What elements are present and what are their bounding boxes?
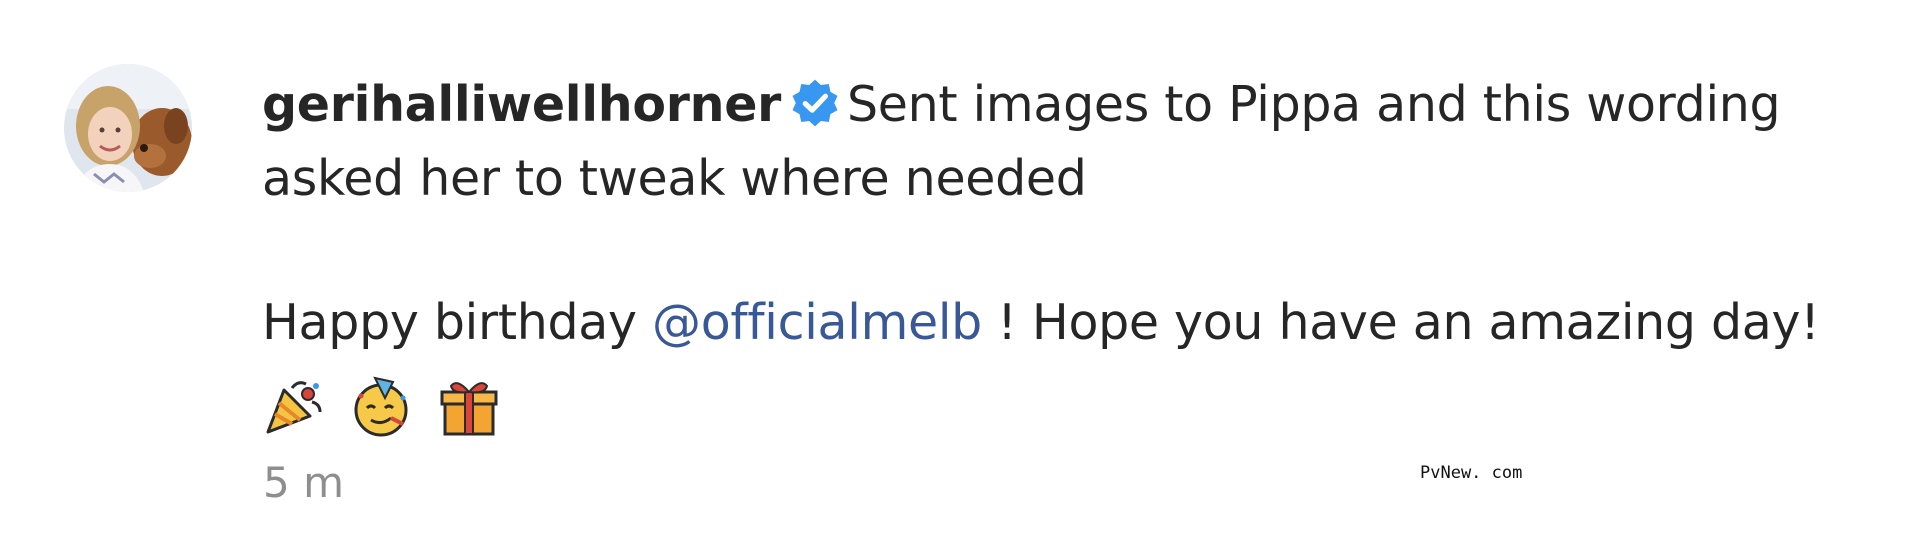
message-suffix: ! Hope you have an amazing day! bbox=[982, 294, 1820, 351]
avatar-photo bbox=[64, 64, 192, 192]
partying-face-icon bbox=[349, 374, 413, 438]
comment-text-line-1: Sent images to Pippa and this wording bbox=[847, 76, 1781, 133]
watermark-text: PvNew. com bbox=[1420, 463, 1523, 483]
emoji-row bbox=[262, 366, 1902, 438]
verified-badge-icon bbox=[789, 77, 841, 129]
comment-text-line-2: asked her to tweak where needed bbox=[262, 150, 1087, 207]
timestamp[interactable]: 5 m bbox=[263, 458, 344, 508]
comment-body: gerihalliwellhorner Sent images to Pippa… bbox=[262, 68, 1902, 438]
mention-link[interactable]: @officialmelb bbox=[652, 294, 982, 351]
username-link[interactable]: gerihalliwellhorner bbox=[262, 76, 781, 133]
comment-line-3: Happy birthday @officialmelb ! Hope you … bbox=[262, 286, 1902, 360]
wrapped-gift-icon bbox=[437, 374, 501, 438]
comment-line-2: asked her to tweak where needed bbox=[262, 142, 1902, 216]
party-popper-icon bbox=[262, 374, 326, 438]
comment-line-1: gerihalliwellhorner Sent images to Pippa… bbox=[262, 68, 1902, 142]
avatar[interactable] bbox=[64, 64, 192, 192]
message-prefix: Happy birthday bbox=[262, 294, 652, 351]
